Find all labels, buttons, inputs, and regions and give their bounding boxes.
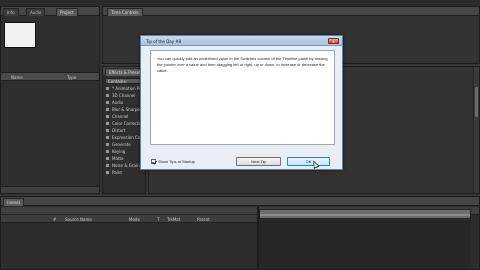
list-item[interactable]: Blur & Sharpen [105, 106, 143, 113]
show-tips-label[interactable]: Show Tips at Startup [158, 159, 195, 164]
list-item[interactable]: Channel [105, 113, 143, 120]
list-item[interactable]: Noise & Grain [105, 162, 143, 169]
project-thumbnail [4, 22, 36, 48]
expand-arrow-icon[interactable] [106, 115, 109, 118]
expand-arrow-icon[interactable] [106, 143, 109, 146]
column-source-name[interactable]: Source Name [65, 217, 92, 222]
list-item[interactable]: Color Correction [105, 120, 144, 127]
tip-of-the-day-dialog: Tip of the Day #8 x You can quickly edit… [140, 35, 343, 170]
expand-arrow-icon[interactable] [106, 94, 109, 97]
ok-button[interactable]: OK [287, 157, 330, 166]
list-item[interactable]: Keying [105, 148, 143, 155]
project-column-header: Name Type [1, 72, 99, 81]
expand-arrow-icon[interactable] [106, 87, 109, 90]
column-t[interactable]: T [157, 217, 159, 222]
time-ruler[interactable] [259, 209, 471, 219]
expand-arrow-icon[interactable] [106, 136, 109, 139]
tab-info[interactable]: Info [3, 8, 19, 16]
timeline-column-header: # Source Name Mode T TrkMat Parent [1, 215, 257, 223]
app-window: Info Audio Project Name Type Time Contro… [0, 0, 480, 270]
timeline-track-area[interactable] [259, 220, 471, 269]
tip-content-box: You can quickly edit an underlined value… [150, 50, 335, 145]
list-item[interactable]: Matte [105, 155, 143, 162]
tab-time-controls[interactable]: Time Controls [107, 8, 143, 16]
tab-project[interactable]: Project [56, 8, 78, 16]
list-item[interactable]: Audio [105, 99, 143, 106]
column-number[interactable]: # [53, 217, 56, 222]
expand-arrow-icon[interactable] [106, 108, 109, 111]
column-trkmat[interactable]: TrkMat [167, 217, 180, 222]
list-item[interactable]: 3D Channel [105, 92, 143, 99]
show-tips-checkbox[interactable] [151, 159, 156, 164]
close-button[interactable]: x [328, 38, 339, 44]
list-item[interactable]: Generate [105, 141, 143, 148]
timeline-tabbar: (none) [1, 197, 479, 206]
dialog-title: Tip of the Day #8 [146, 39, 182, 44]
project-tabbar: Info Audio Project [1, 7, 99, 16]
expand-arrow-icon[interactable] [106, 157, 109, 160]
next-tip-button[interactable]: Next Tip [236, 157, 281, 166]
timeline-panel: (none) # Source Name Mode T TrkMat Paren… [0, 196, 480, 270]
tab-timeline[interactable]: (none) [3, 198, 25, 206]
list-item[interactable]: Distort [105, 127, 143, 134]
column-type[interactable]: Type [67, 75, 76, 80]
tab-audio[interactable]: Audio [26, 8, 46, 16]
column-mode[interactable]: Mode [129, 217, 140, 222]
expand-arrow-icon[interactable] [106, 129, 109, 132]
comp-tabbar: Time Controls [103, 7, 479, 16]
list-item[interactable]: Expression Controls [105, 134, 152, 141]
expand-arrow-icon[interactable] [106, 122, 109, 125]
project-footer [1, 186, 99, 193]
viewer-scrollbar[interactable] [473, 67, 479, 193]
dialog-titlebar[interactable]: Tip of the Day #8 x [141, 36, 342, 46]
effects-list: * Animation Presets 3D Channel Audio Blu… [105, 85, 152, 176]
column-parent[interactable]: Parent [197, 217, 210, 222]
scrollbar-thumb[interactable] [475, 87, 478, 117]
effects-tabbar: Effects & Presets [103, 67, 147, 76]
expand-arrow-icon[interactable] [106, 171, 109, 174]
list-item[interactable]: * Animation Presets [105, 85, 152, 92]
expand-arrow-icon[interactable] [106, 101, 109, 104]
project-panel: Info Audio Project Name Type [0, 6, 100, 194]
column-name[interactable]: Name [11, 75, 23, 80]
expand-arrow-icon[interactable] [106, 164, 109, 167]
expand-arrow-icon[interactable] [106, 150, 109, 153]
list-item[interactable]: Paint [105, 169, 143, 176]
tip-text: You can quickly edit an underlined value… [157, 56, 328, 73]
